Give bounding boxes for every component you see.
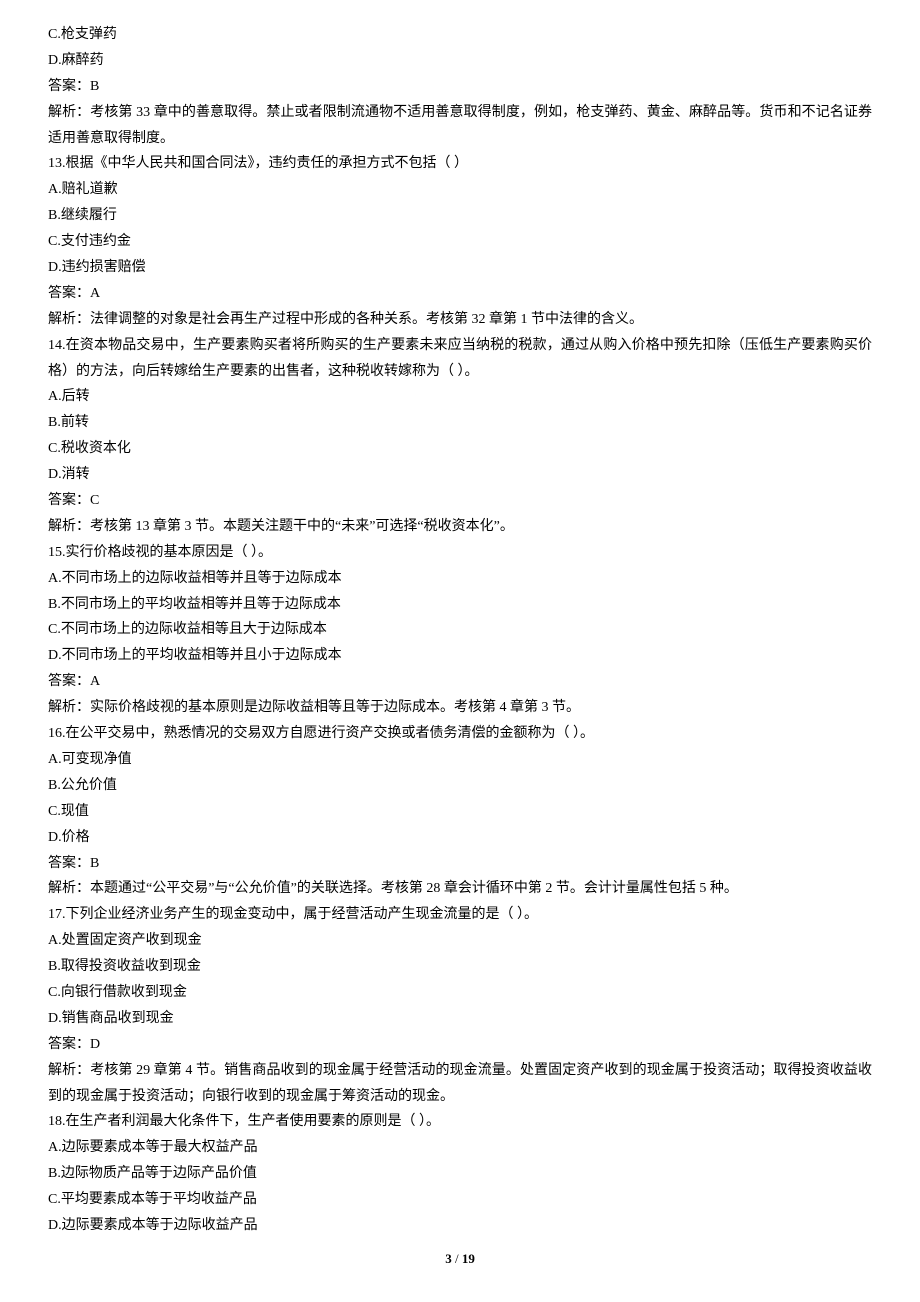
text-line: 解析：考核第 13 章第 3 节。本题关注题干中的“未来”可选择“税收资本化”。 xyxy=(48,514,872,540)
text-line: 14.在资本物品交易中，生产要素购买者将所购买的生产要素未来应当纳税的税款，通过… xyxy=(48,333,872,385)
text-line: A.边际要素成本等于最大权益产品 xyxy=(48,1135,872,1161)
page-number-total: 19 xyxy=(462,1251,475,1266)
text-line: A.赔礼道歉 xyxy=(48,177,872,203)
text-line: B.公允价值 xyxy=(48,773,872,799)
text-line: D.消转 xyxy=(48,462,872,488)
text-line: C.向银行借款收到现金 xyxy=(48,980,872,1006)
text-line: D.边际要素成本等于边际收益产品 xyxy=(48,1213,872,1239)
text-line: 答案：B xyxy=(48,851,872,877)
text-line: 15.实行价格歧视的基本原因是（ ）。 xyxy=(48,540,872,566)
text-line: D.价格 xyxy=(48,825,872,851)
text-line: 答案：A xyxy=(48,281,872,307)
text-line: B.前转 xyxy=(48,410,872,436)
document-page: C.枪支弹药D.麻醉药答案：B解析：考核第 33 章中的善意取得。禁止或者限制流… xyxy=(0,0,920,1301)
text-line: A.处置固定资产收到现金 xyxy=(48,928,872,954)
text-line: C.税收资本化 xyxy=(48,436,872,462)
text-line: 解析：考核第 29 章第 4 节。销售商品收到的现金属于经营活动的现金流量。处置… xyxy=(48,1058,872,1110)
text-line: 解析：实际价格歧视的基本原则是边际收益相等且等于边际成本。考核第 4 章第 3 … xyxy=(48,695,872,721)
text-line: 答案：A xyxy=(48,669,872,695)
text-line: C.不同市场上的边际收益相等且大于边际成本 xyxy=(48,617,872,643)
page-footer: 3 / 19 xyxy=(48,1247,872,1271)
document-body: C.枪支弹药D.麻醉药答案：B解析：考核第 33 章中的善意取得。禁止或者限制流… xyxy=(48,22,872,1239)
text-line: 17.下列企业经济业务产生的现金变动中，属于经营活动产生现金流量的是（ ）。 xyxy=(48,902,872,928)
text-line: 解析：法律调整的对象是社会再生产过程中形成的各种关系。考核第 32 章第 1 节… xyxy=(48,307,872,333)
text-line: 答案：B xyxy=(48,74,872,100)
text-line: 13.根据《中华人民共和国合同法》，违约责任的承担方式不包括（ ） xyxy=(48,151,872,177)
text-line: C.支付违约金 xyxy=(48,229,872,255)
text-line: C.现值 xyxy=(48,799,872,825)
text-line: 18.在生产者利润最大化条件下，生产者使用要素的原则是（ ）。 xyxy=(48,1109,872,1135)
text-line: 答案：C xyxy=(48,488,872,514)
text-line: C.枪支弹药 xyxy=(48,22,872,48)
text-line: 解析：本题通过“公平交易”与“公允价值”的关联选择。考核第 28 章会计循环中第… xyxy=(48,876,872,902)
text-line: D.违约损害赔偿 xyxy=(48,255,872,281)
text-line: A.后转 xyxy=(48,384,872,410)
text-line: B.边际物质产品等于边际产品价值 xyxy=(48,1161,872,1187)
text-line: A.可变现净值 xyxy=(48,747,872,773)
text-line: 解析：考核第 33 章中的善意取得。禁止或者限制流通物不适用善意取得制度，例如，… xyxy=(48,100,872,152)
text-line: D.麻醉药 xyxy=(48,48,872,74)
text-line: 答案：D xyxy=(48,1032,872,1058)
text-line: B.取得投资收益收到现金 xyxy=(48,954,872,980)
text-line: D.不同市场上的平均收益相等并且小于边际成本 xyxy=(48,643,872,669)
text-line: C.平均要素成本等于平均收益产品 xyxy=(48,1187,872,1213)
page-number-sep: / xyxy=(452,1251,462,1266)
text-line: B.继续履行 xyxy=(48,203,872,229)
text-line: A.不同市场上的边际收益相等并且等于边际成本 xyxy=(48,566,872,592)
text-line: 16.在公平交易中，熟悉情况的交易双方自愿进行资产交换或者债务清偿的金额称为（ … xyxy=(48,721,872,747)
text-line: D.销售商品收到现金 xyxy=(48,1006,872,1032)
text-line: B.不同市场上的平均收益相等并且等于边际成本 xyxy=(48,592,872,618)
